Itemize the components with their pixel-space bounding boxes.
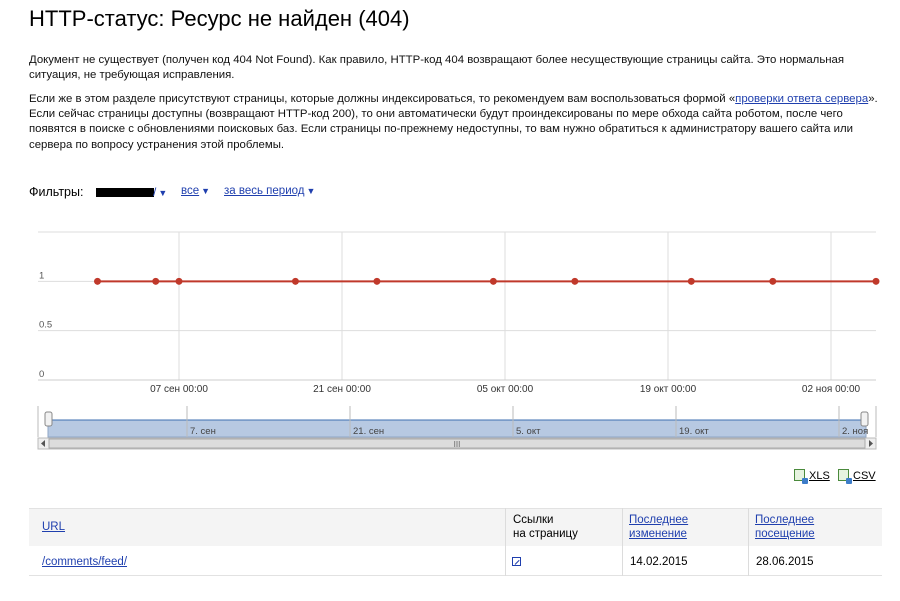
chart-y-axis: 00.51 [39, 270, 52, 380]
export-csv-button[interactable]: CSV [838, 469, 876, 484]
data-point [687, 277, 695, 285]
navigator-range [47, 419, 867, 438]
scrollbar-grip: III [454, 440, 461, 449]
chart-grid [38, 231, 876, 381]
chevron-down-icon: ▼ [306, 186, 316, 196]
x-tick-label: 21 сен 00:00 [313, 384, 371, 395]
navigator-label: 19. окт [679, 426, 709, 437]
y-tick-label: 0 [39, 369, 44, 380]
spreadsheet-icon [794, 469, 808, 484]
chart-x-axis: 07 сен 00:00 21 сен 00:00 05 окт 00:00 19 о… [150, 384, 860, 395]
advice-text-start: Если же в этом разделе присутствуют стра… [29, 93, 736, 105]
status-chart: 00.51 07 сен 00:00 21 сен 00:00 05 окт 00:… [37, 231, 880, 450]
table-header: URL Ссылки на страницу Последнее изменен… [29, 508, 882, 546]
data-point [872, 277, 880, 285]
navigator-label: 2. ноя [842, 426, 868, 437]
column-modified-line1: Последнее [629, 514, 689, 526]
column-visited-header[interactable]: Последнее посещение [755, 513, 815, 541]
spreadsheet-icon [838, 469, 852, 484]
page-title: HTTP-статус: Ресурс не найден (404) [29, 6, 410, 31]
column-links-header: Ссылки на страницу [513, 513, 578, 541]
table-row: /comments/feed/ 14.02.2015 28.06.2015 [29, 546, 882, 576]
data-point [373, 277, 381, 285]
chevron-down-icon: ▼ [158, 188, 168, 198]
row-visited-date: 28.06.2015 [756, 556, 814, 568]
x-tick-label: 05 окт 00:00 [477, 384, 534, 395]
filter-period-label: за весь период [224, 185, 305, 197]
external-link-icon[interactable] [512, 557, 521, 566]
export-csv-label: CSV [853, 470, 876, 482]
navigator-label: 5. окт [516, 426, 541, 437]
filter-path-suffix: / [153, 185, 157, 199]
y-tick-label: 1 [39, 270, 44, 281]
column-divider [622, 508, 623, 576]
y-tick-label: 0.5 [39, 320, 52, 331]
redacted-site-name[interactable] [96, 188, 154, 197]
filter-scope-dropdown[interactable]: все ▼ [181, 185, 210, 197]
x-tick-label: 07 сен 00:00 [150, 384, 208, 395]
filter-period-dropdown[interactable]: за весь период ▼ [224, 185, 315, 197]
column-url-header[interactable]: URL [42, 520, 65, 534]
navigator-handle[interactable] [44, 411, 53, 427]
column-visited-line2: посещение [755, 528, 815, 540]
data-point [152, 277, 160, 285]
chevron-down-icon: ▼ [201, 186, 211, 196]
column-visited-line1: Последнее [755, 514, 815, 526]
data-point [291, 277, 299, 285]
navigator-handle[interactable] [860, 411, 869, 427]
data-point [175, 277, 183, 285]
export-xls-button[interactable]: XLS [794, 469, 830, 484]
column-modified-header[interactable]: Последнее изменение [629, 513, 688, 541]
description-paragraph: Документ не существует (получен код 404 … [29, 54, 845, 82]
export-xls-label: XLS [809, 470, 830, 482]
row-url-link[interactable]: /comments/feed/ [42, 555, 127, 569]
data-point [571, 277, 579, 285]
column-links-line2: на страницу [513, 528, 578, 540]
column-modified-line2: изменение [629, 528, 687, 540]
x-tick-label: 19 окт 00:00 [640, 384, 697, 395]
chart-series [94, 277, 880, 285]
advice-paragraph: Если же в этом разделе присутствуют стра… [29, 92, 881, 153]
column-divider [505, 508, 506, 576]
data-point [94, 277, 101, 285]
navigator-label: 7. сен [190, 426, 216, 437]
filter-path-dropdown[interactable]: / ▼ [153, 185, 167, 199]
navigator-label: 21. сен [353, 426, 384, 437]
server-check-link[interactable]: проверки ответа сервера [735, 93, 868, 105]
data-point [769, 277, 777, 285]
column-links-line1: Ссылки [513, 514, 554, 526]
filter-scope-label: все [181, 185, 200, 197]
row-modified-date: 14.02.2015 [630, 556, 688, 568]
filters-label: Фильтры: [29, 185, 84, 199]
data-point [489, 277, 497, 285]
x-tick-label: 02 ноя 00:00 [802, 384, 861, 395]
column-divider [748, 508, 749, 576]
chart-navigator[interactable]: 7. сен 21. сен 5. окт 19. окт 2. ноя III [37, 406, 877, 450]
